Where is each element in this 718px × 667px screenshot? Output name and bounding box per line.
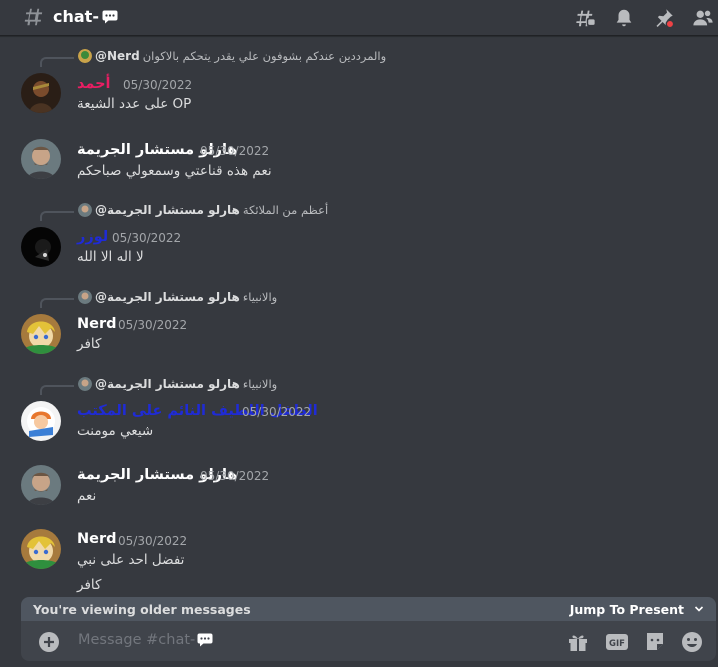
message-timestamp: 05/30/2022 — [242, 405, 312, 419]
message-text: لا اله الا الله — [77, 249, 144, 265]
reply-avatar — [78, 49, 92, 63]
channel-header: chat- — [0, 0, 718, 36]
message-username[interactable]: Nerd — [77, 316, 117, 332]
reply-connector — [40, 211, 74, 221]
reply-text: والانبياء — [242, 377, 278, 391]
add-attachment-icon[interactable] — [38, 631, 60, 653]
reply-text: والانبياء — [242, 290, 278, 304]
members-icon[interactable] — [692, 7, 714, 29]
avatar[interactable] — [21, 314, 61, 354]
avatar[interactable] — [21, 529, 61, 569]
channel-title: chat- — [53, 7, 118, 26]
gif-icon[interactable]: GIF — [605, 630, 629, 654]
reply-username[interactable]: @هارلو مستشار الجريمة — [95, 203, 240, 217]
message-text: كافر — [77, 577, 102, 593]
message-username[interactable]: أحمد — [77, 76, 111, 92]
speech-bubble-icon — [102, 10, 118, 23]
message-list[interactable]: @Nerd والمرددين عندكم بشوفون علي يقدر يت… — [0, 37, 718, 597]
chevron-down-icon — [694, 606, 704, 612]
pin-icon[interactable] — [653, 7, 675, 29]
emoji-icon[interactable] — [680, 630, 704, 654]
message-timestamp: 05/30/2022 — [123, 78, 193, 92]
message-text: كافر — [77, 336, 102, 352]
svg-text:GIF: GIF — [609, 639, 625, 649]
reply-text: والمرددين عندكم بشوفون علي يقدر يتحكم با… — [142, 49, 387, 63]
message-composer[interactable]: Message #chat- GIF — [21, 621, 716, 661]
reply-avatar — [78, 203, 92, 217]
message-username[interactable]: لوزر — [77, 229, 108, 245]
message-timestamp: 05/30/2022 — [200, 144, 270, 158]
bell-icon[interactable] — [613, 7, 635, 29]
older-messages-notice: You're viewing older messages — [33, 601, 251, 617]
message-text: شيعي مومنت — [77, 423, 154, 439]
threads-icon[interactable] — [574, 7, 596, 29]
message-text: نعم — [77, 488, 97, 504]
jump-to-present-button[interactable]: Jump To Present — [570, 602, 704, 617]
message-timestamp: 05/30/2022 — [118, 318, 188, 332]
message-text: نعم هذه قناعتي وسمعولي صباحكم — [77, 163, 272, 179]
gift-icon[interactable] — [566, 630, 590, 654]
message-timestamp: 05/30/2022 — [200, 469, 270, 483]
message-username[interactable]: Nerd — [77, 531, 117, 547]
message-timestamp: 05/30/2022 — [112, 231, 182, 245]
avatar[interactable] — [21, 139, 61, 179]
hash-icon — [24, 8, 43, 26]
reply-connector — [40, 57, 74, 67]
jump-to-present-label[interactable]: Jump To Present — [570, 602, 684, 617]
reply-username[interactable]: @هارلو مستشار الجريمة — [95, 377, 240, 391]
reply-avatar — [78, 290, 92, 304]
older-messages-bar: You're viewing older messages Jump To Pr… — [21, 597, 716, 621]
channel-name-text: chat- — [53, 7, 99, 26]
avatar[interactable] — [21, 465, 61, 505]
avatar[interactable] — [21, 401, 61, 441]
reply-avatar — [78, 377, 92, 391]
avatar[interactable] — [21, 227, 61, 267]
reply-text: أعظم من الملائكة — [242, 203, 329, 217]
reply-connector — [40, 298, 74, 308]
message-input-placeholder: Message #chat- — [78, 632, 196, 648]
reply-connector — [40, 385, 74, 395]
speech-bubble-icon — [197, 633, 213, 647]
message-text: على عدد الشيعة OP — [77, 96, 192, 112]
avatar[interactable] — [21, 73, 61, 113]
message-text: تفضل احد على نبي — [77, 552, 185, 568]
sticker-icon[interactable] — [643, 630, 667, 654]
reply-username[interactable]: @Nerd — [95, 49, 140, 63]
reply-username[interactable]: @هارلو مستشار الجريمة — [95, 290, 240, 304]
message-input[interactable]: Message #chat- — [78, 632, 213, 648]
message-timestamp: 05/30/2022 — [118, 534, 188, 548]
